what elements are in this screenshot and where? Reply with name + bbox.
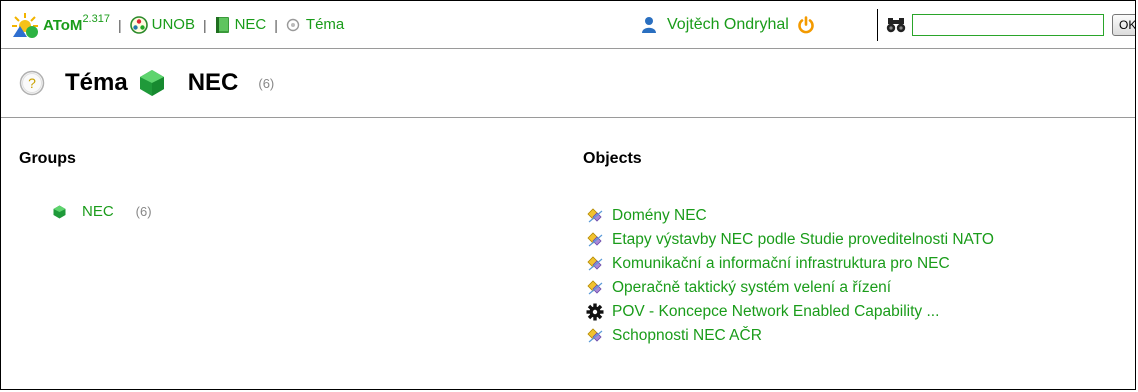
list-item[interactable]: Etapy výstavby NEC podle Studie provedit…: [586, 228, 994, 252]
user-icon: [641, 16, 657, 34]
relation-icon: [586, 208, 604, 224]
breadcrumb-separator: |: [117, 16, 122, 33]
app-name-text: AToM: [43, 17, 83, 34]
page: AToM2.317 | UNOB | NEC | Téma Vojtěch On…: [0, 0, 1136, 390]
breadcrumb-tema[interactable]: Téma: [286, 16, 344, 33]
breadcrumb-label: UNOB: [151, 16, 195, 33]
object-link[interactable]: Operačně taktický systém velení a řízení: [612, 279, 891, 297]
app-logo-link[interactable]: AToM2.317: [11, 12, 110, 38]
top-bar: AToM2.317 | UNOB | NEC | Téma Vojtěch On…: [1, 1, 1135, 49]
breadcrumb-label: Téma: [305, 16, 345, 33]
list-item[interactable]: Schopnosti NEC AČR: [586, 324, 994, 348]
circle-type-icon: [286, 18, 300, 32]
list-item[interactable]: Operačně taktický systém velení a řízení: [586, 276, 994, 300]
user-area: Vojtěch Ondryhal: [641, 1, 815, 49]
group-item-nec: NEC (6): [53, 203, 152, 220]
ontology-icon: [129, 15, 148, 34]
breadcrumb-separator: |: [202, 16, 207, 33]
item-count: (6): [258, 75, 275, 91]
page-heading: ? Téma NEC (6): [19, 63, 274, 103]
object-link[interactable]: POV - Koncepce Network Enabled Capabilit…: [612, 303, 939, 321]
logout-power-icon[interactable]: [797, 16, 815, 34]
objects-list: Domény NEC Etapy výstavby NEC podle Stud…: [586, 204, 994, 348]
breadcrumb-label: NEC: [234, 16, 267, 33]
breadcrumb-unob[interactable]: UNOB: [129, 15, 195, 34]
svg-text:?: ?: [28, 75, 36, 91]
type-label: Téma: [65, 69, 128, 96]
book-icon: [215, 16, 231, 34]
toolbar-divider: [877, 9, 878, 41]
user-name-link[interactable]: Vojtěch Ondryhal: [667, 16, 789, 34]
group-link[interactable]: NEC: [82, 203, 114, 220]
divider: [1, 117, 1135, 118]
groups-title: Groups: [19, 150, 76, 167]
search-area: OK: [886, 1, 1135, 49]
atom-logo-icon: [11, 12, 39, 38]
relation-icon: [586, 256, 604, 272]
list-item[interactable]: Komunikační a informační infrastruktura …: [586, 252, 994, 276]
breadcrumb: AToM2.317 | UNOB | NEC | Téma: [1, 1, 344, 48]
relation-icon: [586, 232, 604, 248]
object-link[interactable]: Domény NEC: [612, 207, 707, 225]
objects-title: Objects: [583, 150, 642, 167]
object-link[interactable]: Schopnosti NEC AČR: [612, 327, 762, 345]
object-link[interactable]: Etapy výstavby NEC podle Studie provedit…: [612, 231, 994, 249]
binoculars-search-icon: [886, 17, 906, 33]
search-input[interactable]: [912, 14, 1104, 36]
gear-icon: [586, 303, 604, 321]
app-name: AToM2.317: [43, 13, 110, 34]
breadcrumb-separator: |: [274, 16, 278, 33]
object-link[interactable]: Komunikační a informační infrastruktura …: [612, 255, 950, 273]
topic-gem-icon: [53, 205, 66, 219]
topic-gem-icon: [138, 69, 166, 97]
page-title: NEC: [187, 69, 239, 96]
list-item[interactable]: Domény NEC: [586, 204, 994, 228]
app-version: 2.317: [82, 13, 110, 25]
list-item[interactable]: POV - Koncepce Network Enabled Capabilit…: [586, 300, 994, 324]
relation-icon: [586, 280, 604, 296]
group-count: (6): [135, 204, 152, 219]
search-ok-button[interactable]: OK: [1112, 14, 1135, 36]
help-icon[interactable]: ?: [19, 70, 45, 96]
breadcrumb-nec[interactable]: NEC: [215, 16, 267, 34]
relation-icon: [586, 328, 604, 344]
